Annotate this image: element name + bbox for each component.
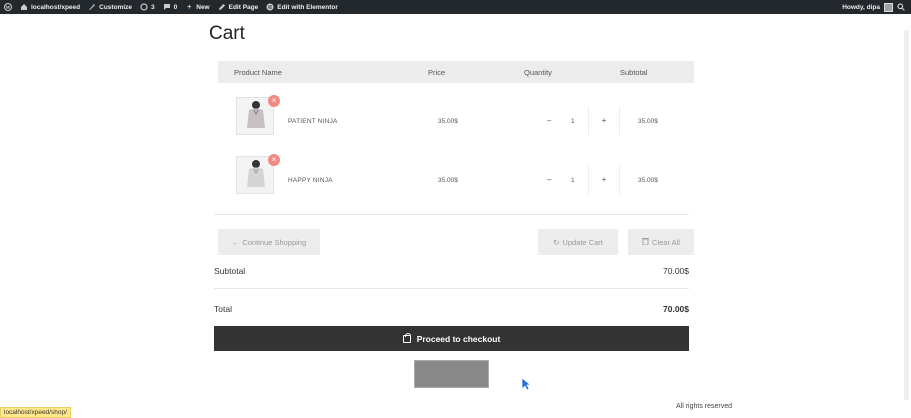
update-cart-button[interactable]: ↻ Update Cart [538, 229, 618, 255]
quantity-input[interactable]: 1 [571, 177, 575, 184]
continue-shopping-label: Continue Shopping [242, 237, 307, 247]
site-name-label: localhost/xpeed [31, 3, 81, 11]
cart-table-header: Product Name Price Quantity Subtotal [218, 61, 694, 83]
product-price: 35.00$ [438, 177, 458, 184]
hoodie-image [247, 160, 265, 187]
header-subtotal: Subtotal [620, 68, 648, 77]
wp-admin-bar: W localhost/xpeed Customize 3 0 + New Ed… [0, 0, 911, 14]
product-name-link[interactable]: HAPPY NINJA [288, 177, 333, 184]
total-label: Total [214, 304, 232, 314]
refresh-icon: ↻ [553, 237, 560, 247]
trash-icon [642, 237, 650, 247]
subtotal-value: 70.00$ [663, 266, 689, 276]
home-icon [20, 3, 28, 11]
clear-all-label: Clear All [652, 237, 680, 247]
cart-row: × HAPPY NINJA 35.00$ – 1 + 35.00$ [218, 152, 694, 207]
placeholder-block[interactable] [414, 360, 489, 388]
clear-all-button[interactable]: Clear All [628, 229, 694, 255]
site-name-link[interactable]: localhost/xpeed [20, 3, 80, 11]
wordpress-icon: W [4, 3, 12, 11]
header-price: Price [428, 68, 446, 77]
total-value: 70.00$ [663, 304, 689, 314]
header-quantity: Quantity [524, 68, 552, 77]
proceed-to-checkout-button[interactable]: Proceed to checkout [214, 326, 689, 351]
mouse-cursor-icon [521, 377, 531, 391]
new-label: New [196, 3, 210, 11]
customize-link[interactable]: Customize [88, 3, 132, 11]
scrollbar[interactable] [904, 30, 909, 400]
header-product-name: Product Name [234, 68, 282, 77]
avatar[interactable] [884, 2, 893, 12]
product-subtotal: 35.00$ [638, 177, 658, 184]
quantity-input[interactable]: 1 [571, 118, 575, 125]
updates-link[interactable]: 3 [140, 3, 155, 11]
quantity-increase-button[interactable]: + [588, 107, 620, 135]
product-subtotal: 35.00$ [638, 118, 658, 125]
search-icon[interactable] [897, 3, 905, 11]
divider [214, 214, 689, 215]
edit-page-label: Edit Page [228, 3, 259, 11]
wordpress-logo-menu[interactable]: W [4, 3, 12, 11]
brush-icon [88, 3, 96, 11]
svg-text:W: W [6, 6, 11, 11]
howdy-user-link[interactable]: Howdy, dipa [842, 4, 880, 11]
page-title: Cart [209, 23, 245, 44]
plus-icon: + [187, 3, 192, 11]
updates-icon [140, 3, 148, 11]
comments-count: 0 [173, 3, 178, 11]
elementor-link[interactable]: Edit with Elementor [266, 3, 338, 11]
continue-shopping-button[interactable]: ← Continue Shopping [218, 229, 320, 255]
quantity-decrease-button[interactable]: – [547, 175, 551, 184]
comment-icon [163, 3, 171, 11]
comments-link[interactable]: 0 [163, 3, 178, 11]
elementor-label: Edit with Elementor [277, 3, 338, 11]
shopping-bag-icon [402, 332, 411, 343]
cart-row: × PATIENT NINJA 35.00$ – 1 + 35.00$ [218, 93, 694, 148]
quantity-decrease-button[interactable]: – [547, 116, 551, 125]
browser-status-url: localhost/xpeed/shop/ [0, 407, 71, 418]
divider [214, 288, 689, 289]
elementor-icon [266, 3, 274, 11]
update-cart-label: Update Cart [562, 237, 603, 247]
customize-label: Customize [99, 3, 132, 11]
quantity-increase-button[interactable]: + [588, 166, 620, 194]
pencil-icon [218, 3, 226, 11]
new-content-link[interactable]: + New [185, 3, 209, 11]
updates-count: 3 [151, 3, 155, 11]
remove-item-button[interactable]: × [268, 154, 280, 166]
product-price: 35.00$ [438, 118, 458, 125]
remove-item-button[interactable]: × [268, 95, 280, 107]
hoodie-image [247, 101, 265, 128]
footer-copyright: All rights reserved [676, 403, 733, 410]
product-name-link[interactable]: PATIENT NINJA [288, 118, 338, 125]
edit-page-link[interactable]: Edit Page [218, 3, 259, 11]
checkout-label: Proceed to checkout [416, 333, 501, 344]
arrow-left-icon: ← [231, 237, 240, 247]
subtotal-label: Subtotal [214, 266, 246, 276]
